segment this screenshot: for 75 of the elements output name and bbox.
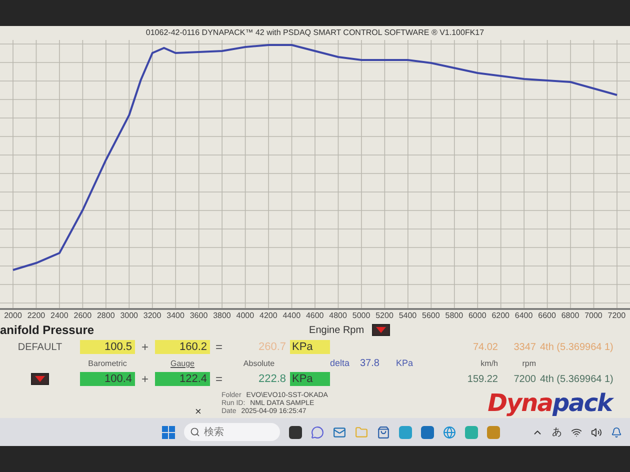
search-field[interactable]: 検索 bbox=[184, 423, 280, 441]
speed-value: 74.02 bbox=[472, 342, 498, 352]
app-icon[interactable] bbox=[289, 426, 302, 438]
speed-unit: km/h bbox=[480, 358, 498, 368]
equals-sign: = bbox=[214, 340, 224, 354]
axis-tick-label: 6600 bbox=[537, 310, 557, 322]
barometric-label: Barometric bbox=[87, 358, 128, 368]
preset-dropdown-button[interactable] bbox=[31, 373, 49, 385]
delta-label: delta bbox=[330, 358, 351, 368]
axis-tick-label: 7000 bbox=[584, 310, 604, 322]
axis-tick-label: 4200 bbox=[258, 310, 278, 322]
axis-tick-label: 7200 bbox=[606, 310, 627, 322]
gear-ratio: 4th (5.369964 1) bbox=[539, 342, 614, 352]
windows-start-icon[interactable] bbox=[162, 426, 175, 438]
delta-value: 37.8 bbox=[360, 358, 380, 368]
rpm-unit: rpm bbox=[521, 358, 536, 368]
caret-icon bbox=[376, 327, 386, 333]
barometric-field: 100.5 bbox=[80, 340, 135, 354]
absolute-label: Absolute bbox=[242, 358, 276, 368]
axis-tick-label: 4600 bbox=[304, 310, 325, 322]
panel-title: anifold Pressure bbox=[0, 323, 94, 337]
close-mark[interactable]: × bbox=[195, 406, 202, 418]
chat-icon[interactable] bbox=[311, 426, 324, 438]
window-title: 01062-42-0116 DYNAPACK™ 42 with PSDAQ SMART CONTROL SOFTWARE ® V1.100FK17 bbox=[144, 27, 486, 39]
ime-indicator[interactable]: あ bbox=[552, 425, 562, 439]
absolute-value: 260.7 bbox=[257, 341, 287, 353]
delta-unit: KPa bbox=[395, 358, 414, 368]
axis-tick-label: 3400 bbox=[166, 310, 186, 322]
axis-label: Engine Rpm bbox=[309, 324, 364, 336]
speed-value: 159.22 bbox=[466, 374, 498, 384]
axis-tick-label: 6200 bbox=[490, 310, 510, 322]
axis-tick-label: 5800 bbox=[444, 310, 464, 322]
axis-tick-label: 3600 bbox=[188, 310, 209, 322]
store-icon[interactable] bbox=[377, 426, 390, 438]
axis-tick-label: 3800 bbox=[212, 310, 232, 322]
volume-icon[interactable] bbox=[591, 426, 602, 438]
browser-icon[interactable] bbox=[443, 426, 456, 438]
axis-tick-label: 3000 bbox=[119, 310, 139, 322]
search-icon bbox=[190, 427, 200, 437]
plus-sign: + bbox=[140, 340, 150, 354]
gear-ratio: 4th (5.369964 1) bbox=[539, 374, 614, 384]
wifi-icon[interactable] bbox=[571, 426, 582, 438]
axis-tick-label: 6000 bbox=[467, 310, 488, 322]
gauge-label: Gauge bbox=[169, 358, 196, 368]
axis-tick-label: 6800 bbox=[560, 310, 580, 322]
barometric-field: 100.4 bbox=[80, 372, 135, 386]
preset-label: DEFAULT bbox=[16, 342, 64, 352]
axis-dropdown-button[interactable] bbox=[372, 324, 390, 336]
gauge-field: 160.2 bbox=[155, 340, 210, 354]
axis-tick-label: 2800 bbox=[96, 310, 116, 322]
axis-tick-label: 5400 bbox=[398, 310, 418, 322]
plus-sign: + bbox=[140, 372, 150, 386]
axis-tick-label: 5200 bbox=[374, 310, 394, 322]
axis-tick-label: 4400 bbox=[282, 310, 302, 322]
axis-tick-label: 4800 bbox=[328, 310, 348, 322]
axis-tick-label: 4000 bbox=[235, 310, 256, 322]
axis-tick-label: 5000 bbox=[351, 310, 372, 322]
mail-icon[interactable] bbox=[333, 426, 346, 438]
caret-icon bbox=[35, 376, 45, 382]
unit-field: KPa bbox=[290, 372, 330, 386]
axis-tick-label: 2600 bbox=[72, 310, 93, 322]
notification-icon[interactable] bbox=[611, 426, 622, 438]
axis-tick-label: 2400 bbox=[50, 310, 70, 322]
rpm-value: 7200 bbox=[512, 374, 536, 384]
axis-tick-label: 2000 bbox=[3, 310, 23, 322]
axis-tick-label: 3200 bbox=[142, 310, 162, 322]
axis-tick-label: 2200 bbox=[26, 310, 46, 322]
axis-tick-label: 6400 bbox=[514, 310, 534, 322]
axis-tick-label: 5600 bbox=[421, 310, 441, 322]
gauge-field: 122.4 bbox=[155, 372, 210, 386]
rpm-value: 3347 bbox=[512, 342, 536, 352]
equals-sign: = bbox=[214, 372, 224, 386]
brand-logo: Dynapack bbox=[488, 389, 612, 417]
absolute-value: 222.8 bbox=[257, 373, 287, 385]
unit-field: KPa bbox=[290, 340, 330, 354]
